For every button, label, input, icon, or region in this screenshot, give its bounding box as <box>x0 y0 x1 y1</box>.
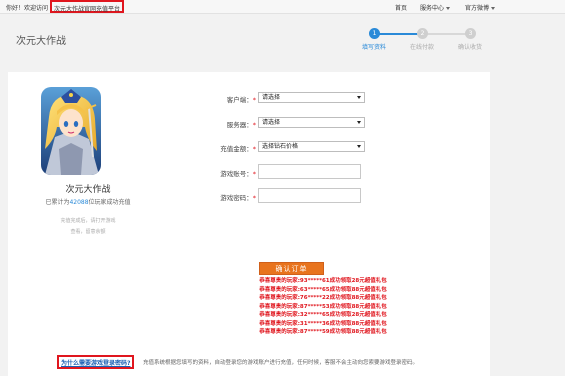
required-mark: * <box>252 170 256 178</box>
required-mark: * <box>252 145 256 153</box>
step-1-indicator: 1 <box>369 28 380 39</box>
step-1-label: 填写资料 <box>362 44 387 51</box>
welcome-text: 你好！欢迎访问 <box>6 5 49 12</box>
step-2-label: 在线付款 <box>410 44 435 51</box>
list-item: 恭喜尊贵的玩家:93*****61成功领取28元超值礼包 <box>259 278 387 284</box>
customer-select[interactable]: 请选择 <box>258 92 365 103</box>
chevron-down-icon <box>446 7 451 10</box>
recharge-note-2: 查看，留意余额 <box>70 229 106 235</box>
service-center-menu[interactable]: 服务中心 <box>420 3 451 12</box>
faq-link[interactable]: 为什么需要游戏登录密码? <box>57 355 135 369</box>
list-item: 恭喜尊贵的玩家:76*****22成功领取88元超值礼包 <box>259 295 387 301</box>
server-select[interactable]: 请选择 <box>258 117 365 128</box>
home-link[interactable]: 首页 <box>395 3 407 12</box>
top-bar: 你好！欢迎访问 次元大作战官网充值平台 首页 服务中心 官方微博 <box>0 0 565 14</box>
account-input[interactable] <box>258 164 361 179</box>
customer-label: 客户端：* <box>226 96 256 104</box>
official-weibo-menu[interactable]: 官方微博 <box>465 3 496 12</box>
game-name: 次元大作战 <box>65 185 111 195</box>
player-count: 已累计为42088位玩家成功充值 <box>8 197 168 206</box>
recharge-note: 充值完成后，请打开游戏 <box>60 218 116 224</box>
list-item: 恭喜尊贵的玩家:31*****36成功领取88元超值礼包 <box>259 320 387 327</box>
faq-description: 充值系统根据您填写的资料，自动登录您的游戏账户进行充值，任何时候，客服不会主动向… <box>143 360 419 366</box>
chevron-down-icon <box>491 7 496 10</box>
chevron-down-icon <box>357 96 361 99</box>
page-title: 次元大作战 <box>16 36 66 47</box>
chevron-down-icon <box>357 121 361 124</box>
player-count-number: 42088 <box>69 199 89 206</box>
step-3-label: 确认收货 <box>458 44 483 51</box>
list-item: 恭喜尊贵的玩家:87*****53成功领取88元超值礼包 <box>259 303 387 310</box>
server-label: 服务器：* <box>226 121 256 129</box>
header: 次元大作战 1 2 3 填写资料 在线付款 确认收货 <box>0 15 565 62</box>
amount-select-value: 选择钻石价格 <box>262 143 299 150</box>
service-center-label: 服务中心 <box>420 5 445 12</box>
official-weibo-label: 官方微博 <box>465 5 490 12</box>
list-item: 恭喜尊贵的玩家:32*****65成功领取28元超值礼包 <box>259 312 387 318</box>
chevron-down-icon <box>357 145 361 148</box>
player-count-prefix: 已累计为 <box>45 199 70 206</box>
main-panel: 次元大作战 已累计为42088位玩家成功充值 充值完成后，请打开游戏 查看，留意… <box>8 72 490 376</box>
step-2-indicator: 2 <box>417 28 428 39</box>
site-name: 次元大作战官网充值平台 <box>50 0 125 13</box>
list-item: 恭喜尊贵的玩家:63*****65成功领取88元超值礼包 <box>259 286 387 293</box>
required-mark: * <box>252 121 256 129</box>
amount-label: 充值金额：* <box>220 145 256 153</box>
account-label: 游戏账号：* <box>220 170 256 178</box>
step-connector <box>375 33 423 35</box>
customer-select-value: 请选择 <box>262 94 281 101</box>
password-input[interactable] <box>258 188 361 203</box>
player-count-suffix: 位玩家成功充值 <box>88 199 131 206</box>
required-mark: * <box>252 96 256 104</box>
winners-list: 恭喜尊贵的玩家:93*****61成功领取28元超值礼包 恭喜尊贵的玩家:63*… <box>238 277 408 337</box>
required-mark: * <box>252 194 256 202</box>
game-icon <box>41 87 101 175</box>
list-item: 恭喜尊贵的玩家:87*****59成功领取88元超值礼包 <box>259 329 387 335</box>
password-label: 游戏密码：* <box>220 194 256 202</box>
confirm-order-button[interactable]: 确认订单 <box>259 262 324 275</box>
step-3-indicator: 3 <box>465 28 476 39</box>
amount-select[interactable]: 选择钻石价格 <box>258 141 365 152</box>
server-select-value: 请选择 <box>262 119 281 126</box>
